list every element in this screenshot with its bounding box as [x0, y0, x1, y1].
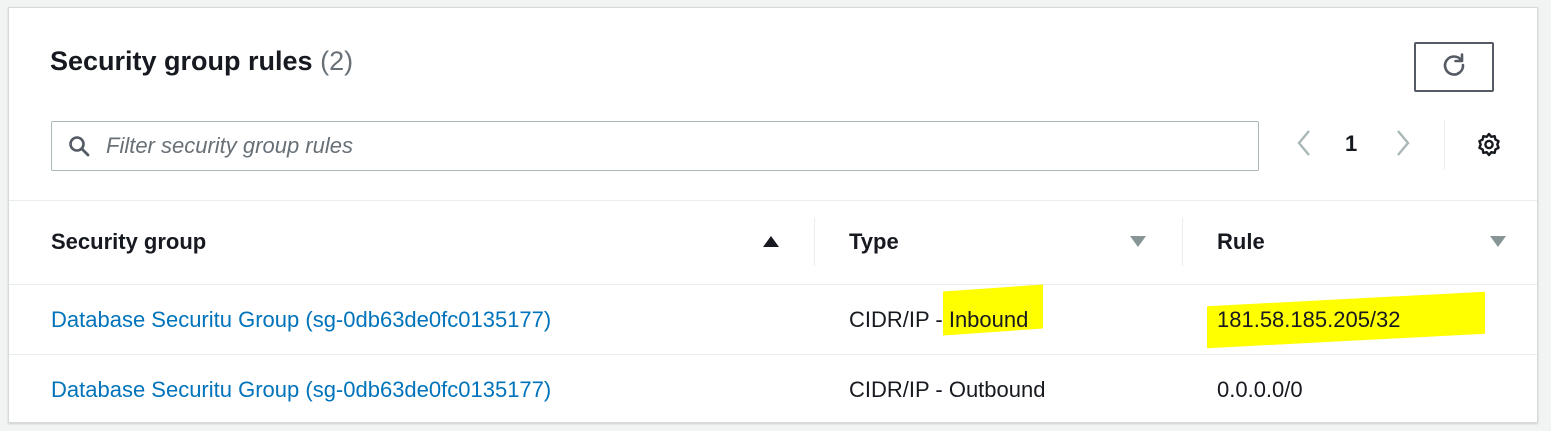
page-title: Security group rules (2): [50, 46, 353, 77]
previous-page-button[interactable]: [1292, 128, 1316, 163]
pagination-divider: [1444, 120, 1445, 170]
rule-count: (2): [320, 46, 354, 76]
chevron-left-icon: [1295, 128, 1313, 163]
rule-text: 181.58.185.205/32: [1217, 306, 1401, 332]
security-group-name: Database Securitu Group (sg-0db63de0fc01…: [51, 306, 552, 332]
page-number-button[interactable]: 1: [1345, 131, 1357, 157]
rule-type-cell: CIDR/IP - Inbound: [849, 285, 1028, 354]
rule-type-text: CIDR/IP - Inbound: [849, 306, 1029, 332]
search-icon: [68, 135, 90, 157]
title-text: Security group rules: [50, 46, 313, 76]
column-divider: [1182, 218, 1183, 266]
panel-header: Security group rules (2) Filter security…: [9, 8, 1537, 201]
filter-field[interactable]: [51, 121, 1259, 171]
table-row: Database Securitu Group (sg-0db63de0fc01…: [9, 355, 1537, 424]
rule-type-cell: CIDR/IP - Outbound: [849, 355, 1045, 424]
column-header-label: Rule: [1217, 229, 1265, 254]
security-group-link[interactable]: Database Securitu Group (sg-0db63de0fc01…: [51, 285, 551, 354]
column-header-label: Security group: [51, 229, 207, 254]
security-group-link[interactable]: Database Securitu Group (sg-0db63de0fc01…: [51, 355, 551, 424]
security-group-name: Database Securitu Group (sg-0db63de0fc01…: [51, 376, 552, 402]
rule-type-text: CIDR/IP - Outbound: [849, 376, 1046, 402]
refresh-button[interactable]: [1414, 42, 1494, 92]
security-group-rules-panel: Security group rules (2) Filter security…: [8, 7, 1538, 423]
table-row: Database Securitu Group (sg-0db63de0fc01…: [9, 284, 1537, 355]
sort-icon: [1130, 236, 1146, 247]
column-header-label: Type: [849, 229, 899, 254]
sort-ascending-icon: [763, 236, 779, 247]
filter-input[interactable]: [104, 132, 1258, 160]
table-header: Security group Type Rule: [9, 200, 1537, 285]
next-page-button[interactable]: [1391, 128, 1415, 163]
rule-cell: 181.58.185.205/32: [1217, 285, 1401, 354]
refresh-icon: [1441, 52, 1467, 83]
column-header-rule[interactable]: Rule: [1217, 200, 1517, 284]
gear-icon: [1476, 132, 1502, 163]
rule-cell: 0.0.0.0/0: [1217, 355, 1303, 424]
rule-text: 0.0.0.0/0: [1217, 376, 1303, 402]
preferences-button[interactable]: [1476, 132, 1502, 163]
sort-icon: [1490, 236, 1506, 247]
column-header-type[interactable]: Type: [849, 200, 1149, 284]
column-divider: [814, 218, 815, 266]
chevron-right-icon: [1394, 128, 1412, 163]
column-header-security-group[interactable]: Security group: [51, 200, 801, 284]
